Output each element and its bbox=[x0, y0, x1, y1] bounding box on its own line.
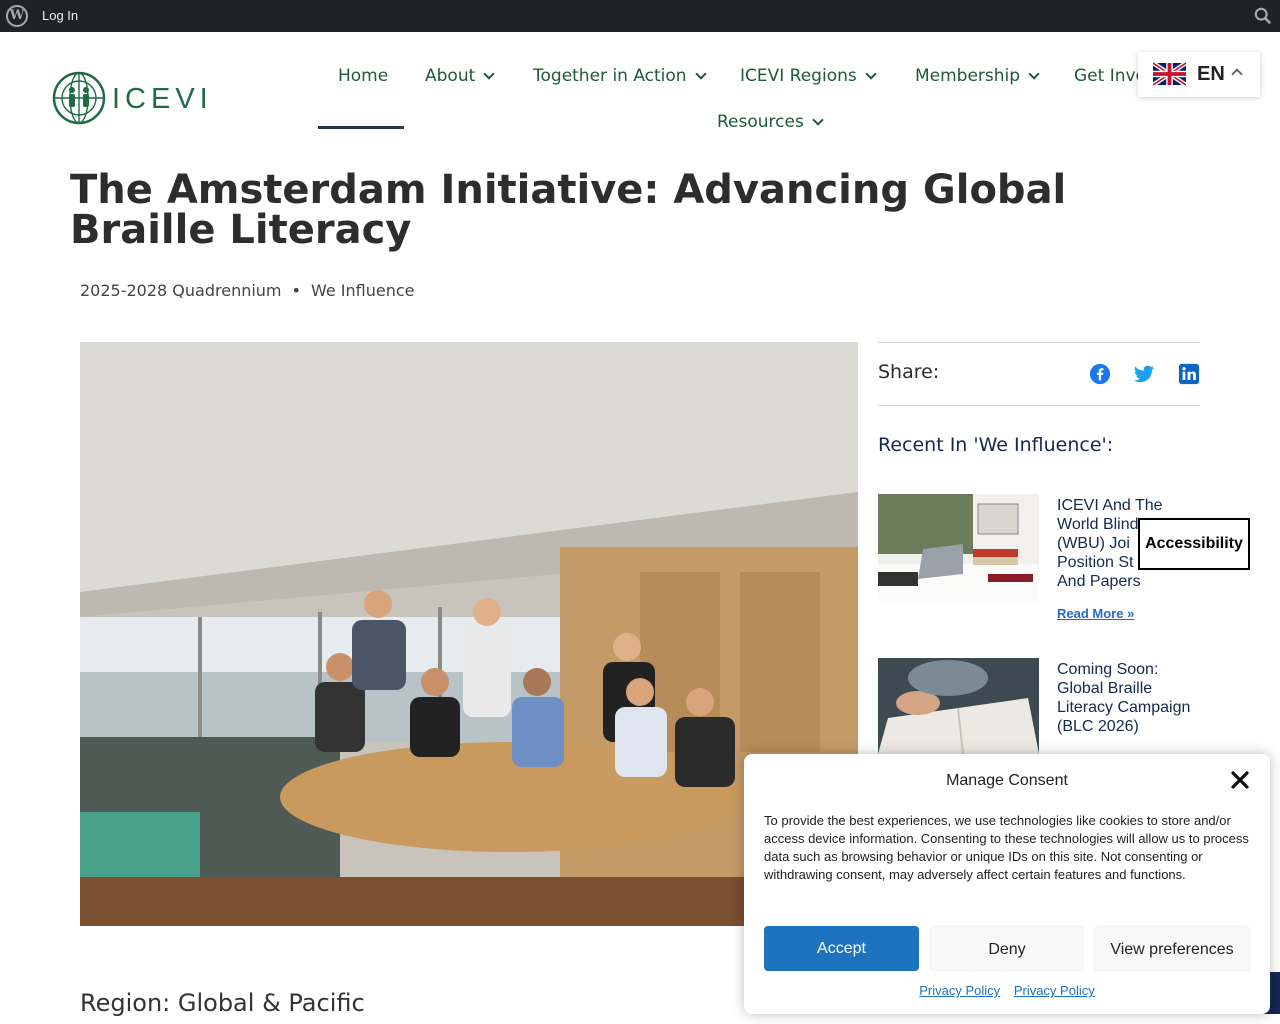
post-title-line: Literacy Campaign bbox=[1057, 699, 1191, 716]
logo-text: ICEVI bbox=[112, 83, 212, 115]
region-heading: Region: Global & Pacific bbox=[80, 989, 365, 1017]
facebook-icon[interactable] bbox=[1089, 363, 1111, 385]
nav-item-about[interactable]: About bbox=[425, 65, 495, 111]
admin-bar: W Log In bbox=[0, 0, 1280, 32]
site-header: ICEVI Home About Together in Action ICEV… bbox=[0, 32, 1280, 152]
featured-image bbox=[80, 342, 858, 926]
nav-item-together-in-action[interactable]: Together in Action bbox=[533, 65, 707, 111]
language-code: EN bbox=[1197, 63, 1225, 85]
consent-title: Manage Consent bbox=[946, 772, 1068, 789]
recent-post-title[interactable]: Coming Soon: Global Braille Literacy Cam… bbox=[1057, 660, 1202, 736]
wordpress-icon[interactable]: W bbox=[6, 5, 28, 27]
chevron-down-icon bbox=[865, 68, 877, 80]
post-categories: 2025-2028 Quadrennium • We Influence bbox=[80, 281, 414, 300]
privacy-policy-link[interactable]: Privacy Policy bbox=[1014, 983, 1095, 998]
post-title-line: And Papers bbox=[1057, 573, 1141, 590]
consent-links: Privacy Policy Privacy Policy bbox=[744, 983, 1270, 998]
nav-item-resources[interactable]: Resources bbox=[717, 111, 824, 157]
twitter-icon[interactable] bbox=[1133, 363, 1155, 385]
close-icon[interactable] bbox=[1228, 768, 1252, 792]
icevi-logo[interactable]: ICEVI bbox=[52, 70, 212, 126]
consent-message: To provide the best experiences, we use … bbox=[764, 813, 1249, 882]
linkedin-icon[interactable] bbox=[1178, 363, 1200, 385]
search-icon[interactable] bbox=[1254, 7, 1272, 25]
nav-item-membership[interactable]: Membership bbox=[915, 65, 1040, 111]
post-title-line: (BLC 2026) bbox=[1057, 718, 1139, 735]
nav-resources-label: Resources bbox=[717, 112, 804, 132]
deny-button[interactable]: Deny bbox=[930, 926, 1084, 971]
nav-regions-label: ICEVI Regions bbox=[740, 66, 857, 86]
nav-about-label: About bbox=[425, 66, 476, 86]
accept-button[interactable]: Accept bbox=[764, 926, 919, 971]
post-title-line: ICEVI And The bbox=[1057, 497, 1163, 514]
post-title-line: Global Braille bbox=[1057, 680, 1153, 697]
divider bbox=[878, 405, 1200, 406]
privacy-policy-link[interactable]: Privacy Policy bbox=[919, 983, 1000, 998]
language-switcher[interactable]: EN bbox=[1138, 52, 1260, 97]
share-label: Share: bbox=[878, 361, 940, 383]
login-link[interactable]: Log In bbox=[42, 8, 78, 23]
chevron-down-icon bbox=[812, 114, 824, 126]
chevron-down-icon bbox=[1028, 68, 1040, 80]
view-preferences-button[interactable]: View preferences bbox=[1094, 926, 1250, 971]
divider bbox=[878, 342, 1200, 343]
nav-item-icevi-regions[interactable]: ICEVI Regions bbox=[740, 65, 877, 111]
consent-dialog: Manage Consent To provide the best exper… bbox=[744, 754, 1270, 1014]
accessibility-button[interactable]: Accessibility bbox=[1138, 518, 1250, 570]
read-more-link[interactable]: Read More » bbox=[1057, 606, 1134, 621]
category-link[interactable]: We Influence bbox=[311, 281, 415, 300]
post-thumbnail[interactable] bbox=[878, 658, 1039, 754]
meta-separator: • bbox=[291, 281, 301, 300]
nav-active-indicator bbox=[318, 126, 404, 129]
chevron-up-icon bbox=[1231, 68, 1243, 80]
chevron-down-icon bbox=[483, 68, 495, 80]
nav-together-label: Together in Action bbox=[533, 66, 687, 86]
uk-flag-icon bbox=[1153, 61, 1186, 87]
category-link[interactable]: 2025-2028 Quadrennium bbox=[80, 281, 282, 300]
nav-item-home[interactable]: Home bbox=[338, 65, 388, 111]
post-thumbnail[interactable] bbox=[878, 494, 1039, 601]
nav-home-label: Home bbox=[338, 66, 389, 86]
chevron-down-icon bbox=[694, 68, 707, 80]
nav-membership-label: Membership bbox=[915, 66, 1021, 86]
recent-posts-heading: Recent In 'We Influence': bbox=[878, 434, 1114, 456]
page-title: The Amsterdam Initiative: Advancing Glob… bbox=[70, 167, 1067, 253]
post-title-line: Coming Soon: bbox=[1057, 661, 1159, 678]
